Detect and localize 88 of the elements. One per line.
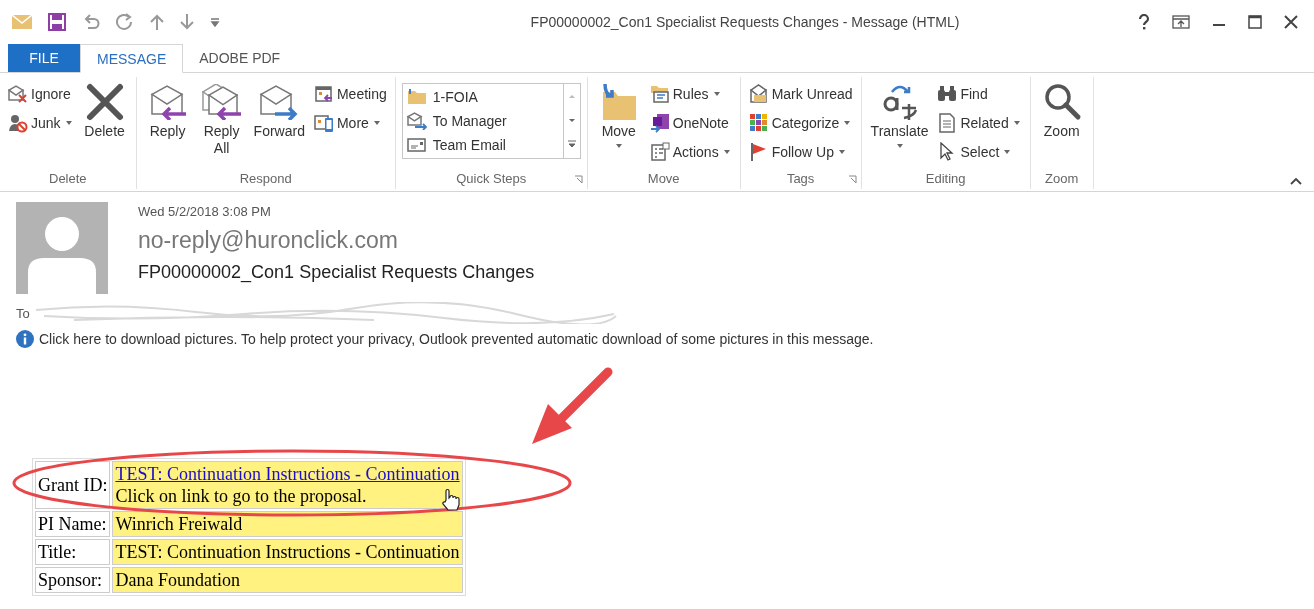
group-label: Editing	[925, 171, 966, 186]
group-label: Zoom	[1045, 171, 1079, 186]
value-text: Winrich Freiwald	[115, 513, 244, 535]
reply-all-icon	[201, 81, 242, 123]
value-text: TEST: Continuation Instructions - Continuation	[115, 541, 460, 563]
save-icon[interactable]	[48, 13, 66, 31]
ribbon-button[interactable]: Ignore	[6, 81, 76, 107]
info-icon	[16, 330, 34, 348]
undo-icon[interactable]	[82, 14, 100, 30]
ribbon-button[interactable]: More	[311, 110, 389, 136]
ribbon-button[interactable]: Zoom	[1036, 79, 1087, 171]
caret-icon	[65, 121, 72, 125]
quick-step-item[interactable]: Team Email	[406, 133, 559, 157]
ribbon-button[interactable]: Delete	[79, 79, 130, 171]
ribbon-button[interactable]: Categorize	[746, 110, 855, 136]
folder-icon	[406, 89, 427, 105]
caret-icon	[723, 150, 730, 154]
customize-icon[interactable]	[210, 17, 220, 27]
ribbon-button[interactable]: Actions	[647, 139, 734, 165]
quick-step-item[interactable]: 1-FOIA	[406, 85, 559, 109]
ribbon-tab[interactable]: MESSAGE	[80, 44, 184, 73]
envelope-cross-icon	[8, 84, 28, 104]
down-arrow-icon[interactable]	[180, 14, 194, 30]
caret-icon	[844, 121, 851, 125]
to-label: To	[16, 305, 30, 321]
field-label: Sponsor:	[35, 567, 111, 593]
group-label: Delete	[49, 171, 87, 186]
ribbon-tab[interactable]: FILE	[8, 44, 80, 72]
ribbon-button[interactable]: Reply	[142, 79, 193, 171]
caret-icon	[373, 121, 380, 125]
help-icon[interactable]	[1138, 14, 1150, 30]
collapse-ribbon-icon[interactable]	[1290, 177, 1302, 185]
ribbon-button[interactable]: Rules	[647, 81, 734, 107]
hand-cursor-icon	[440, 488, 460, 512]
caret-icon	[1013, 121, 1020, 125]
link-hint: Click on link to go to the proposal.	[115, 485, 367, 507]
notebook-icon	[649, 113, 670, 133]
group-label: Move	[647, 171, 680, 186]
quick-step-item[interactable]: To Manager	[406, 109, 559, 133]
info-bar-text[interactable]: Click here to download pictures. To help protect your privacy, Outlook prevented automatic download of some pictures in this message.	[39, 331, 874, 347]
binoculars-icon	[937, 84, 958, 104]
ribbon-button[interactable]: Meeting	[311, 81, 389, 107]
envelope-open-icon	[748, 84, 769, 104]
ribbon-button[interactable]: Mark Unread	[746, 81, 855, 107]
maximize-icon[interactable]	[1248, 15, 1262, 29]
ribbon-options-icon[interactable]	[1172, 15, 1190, 29]
ribbon-button[interactable]: Junk	[6, 110, 76, 136]
color-grid-icon	[748, 113, 769, 133]
window-title: FP00000002_Con1 Specialist Requests Changes - Message (HTML)	[529, 14, 961, 30]
calendar-phone-icon	[313, 113, 334, 133]
person-blocked-icon	[8, 113, 28, 133]
close-icon[interactable]	[1284, 15, 1298, 29]
dialog-launcher-icon[interactable]	[573, 175, 583, 184]
ribbon-button[interactable]: OneNote	[647, 110, 734, 136]
document-icon	[937, 113, 958, 133]
ribbon-tab[interactable]: ADOBE PDF	[183, 44, 297, 72]
rules-icon	[649, 84, 670, 104]
caret-icon	[615, 144, 622, 148]
group-label: Respond	[239, 171, 292, 186]
calendar-icon	[313, 84, 334, 104]
redo-icon[interactable]	[116, 13, 134, 31]
envelope-card-icon	[406, 137, 427, 153]
group-label: Quick Steps	[456, 171, 527, 186]
delete-icon	[84, 81, 125, 123]
ribbon-button[interactable]: Related	[935, 110, 1024, 136]
ribbon-button[interactable]: Follow Up	[746, 139, 855, 165]
ribbon-button[interactable]: Reply All	[196, 79, 247, 171]
caret-icon	[1004, 150, 1011, 154]
envelope-arrow-icon	[406, 112, 427, 130]
up-arrow-icon[interactable]	[150, 14, 164, 30]
value-text: Dana Foundation	[115, 569, 241, 591]
ribbon-button[interactable]: Move	[593, 79, 644, 171]
group-label: Tags	[786, 171, 815, 186]
ribbon-button[interactable]: Translate	[867, 79, 932, 171]
caret-icon	[896, 144, 903, 148]
ribbon-button[interactable]: Select	[935, 139, 1024, 165]
sent-date: Wed 5/2/2018 3:08 PM	[138, 204, 272, 219]
sender-address: no-reply@huronclick.com	[138, 227, 399, 254]
ribbon-button[interactable]: Find	[935, 81, 1024, 107]
dialog-launcher-icon[interactable]	[847, 175, 857, 184]
caret-icon	[838, 150, 845, 154]
caret-icon	[713, 92, 720, 96]
checklist-icon	[649, 142, 670, 162]
ribbon-button[interactable]: Forward	[250, 79, 308, 171]
field-label: PI Name:	[35, 511, 111, 537]
message-subject: FP00000002_Con1 Specialist Requests Changes	[138, 262, 535, 283]
field-label: Title:	[35, 539, 111, 565]
grant-link[interactable]: TEST: Continuation Instructions - Continuation	[115, 463, 460, 485]
